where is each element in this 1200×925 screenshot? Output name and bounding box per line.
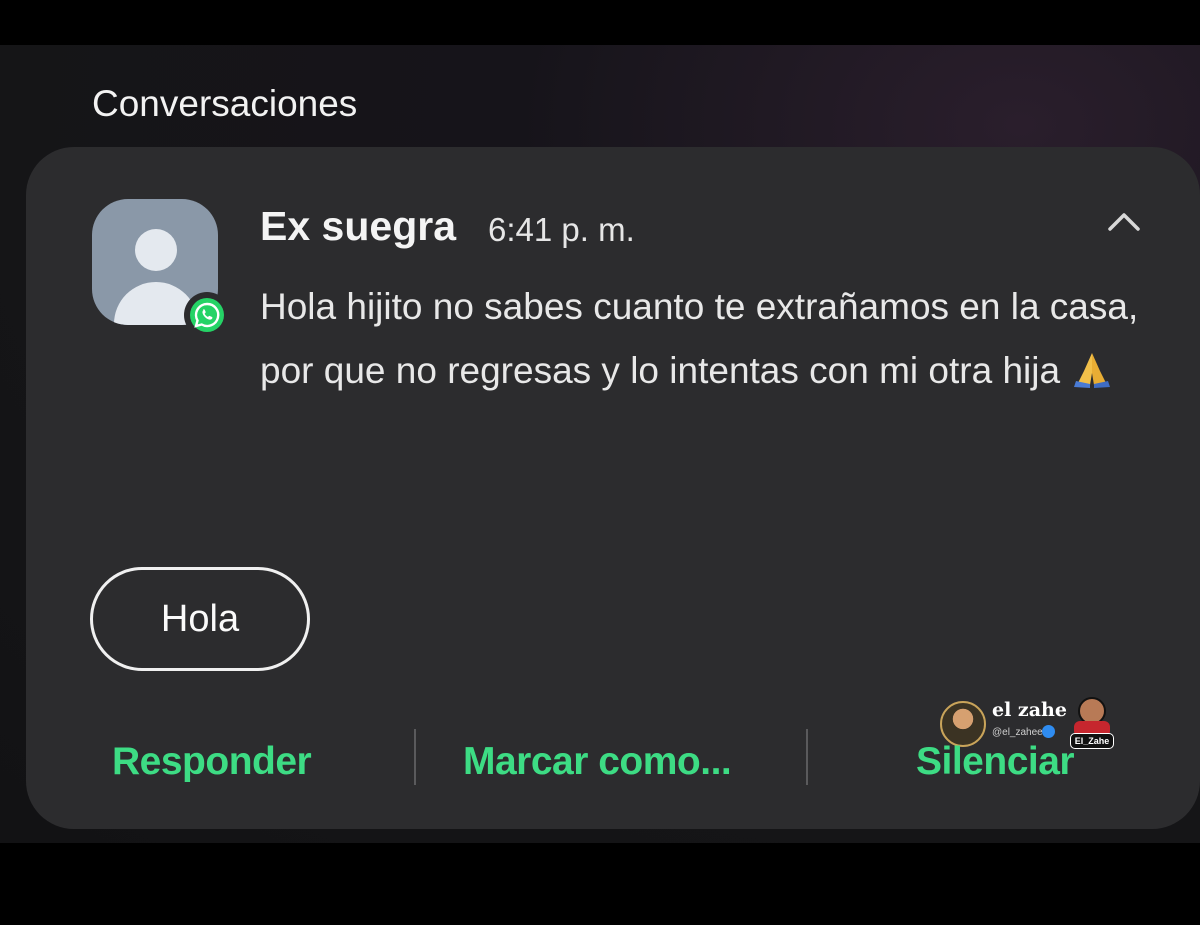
whatsapp-icon (184, 292, 230, 338)
action-divider (414, 729, 416, 785)
notification-shade: Conversaciones Ex suegra 6:41 p. m. Hola… (0, 45, 1200, 843)
message-text: Hola hijito no sabes cuanto te extrañamo… (260, 275, 1140, 403)
section-title: Conversaciones (92, 83, 358, 124)
person-icon (135, 229, 177, 271)
quick-reply-chip[interactable]: Hola (90, 567, 310, 671)
sender-name: Ex suegra (260, 203, 456, 249)
mute-button[interactable]: Silenciar (916, 707, 1075, 817)
action-divider (806, 729, 808, 785)
chevron-up-icon[interactable] (1104, 207, 1144, 235)
notification-actions: Responder Marcar como... Silenciar (26, 707, 1200, 817)
message-body: Hola hijito no sabes cuanto te extrañamo… (260, 286, 1139, 391)
folded-hands-emoji (1070, 345, 1114, 388)
notification-time: 6:41 p. m. (488, 211, 635, 248)
reply-button[interactable]: Responder (112, 707, 312, 817)
mark-as-button[interactable]: Marcar como... (463, 707, 732, 817)
notification-card[interactable]: Ex suegra 6:41 p. m. Hola hijito no sabe… (26, 147, 1200, 829)
